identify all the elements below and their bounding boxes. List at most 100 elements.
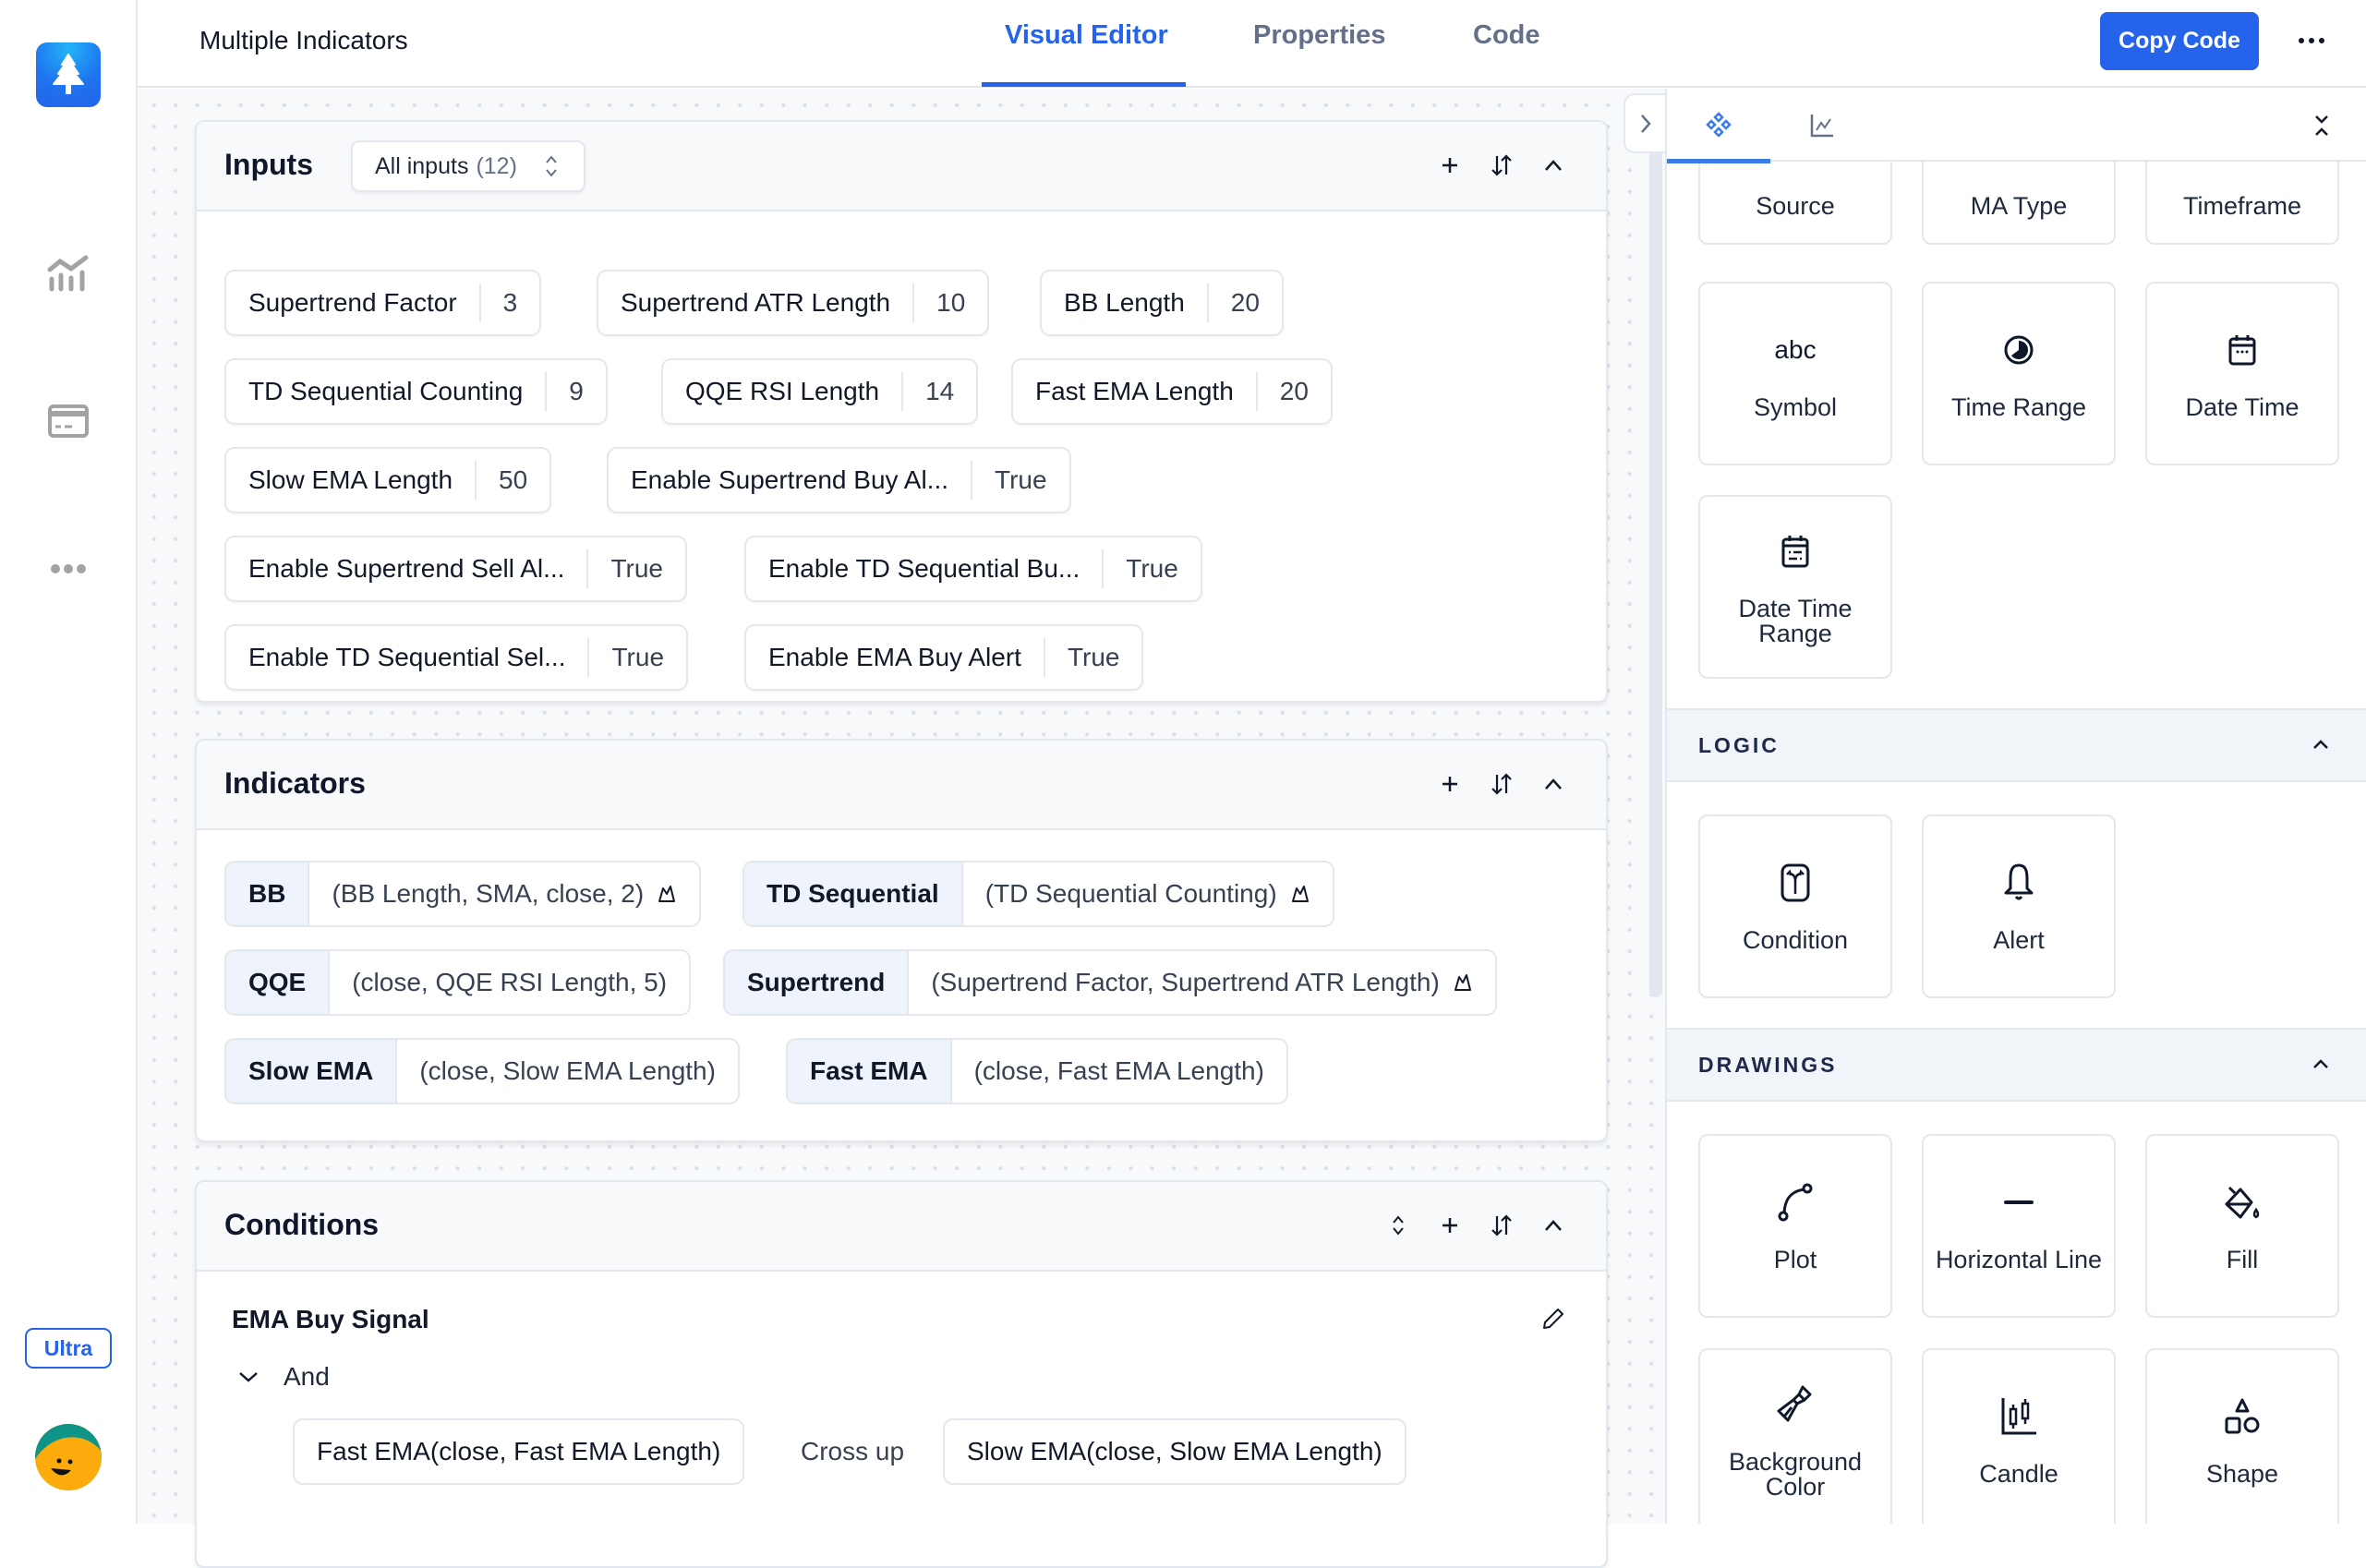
input-value: 3 bbox=[502, 288, 518, 317]
indicator-chip[interactable]: QQE (close, QQE RSI Length, 5) bbox=[224, 949, 692, 1016]
block-symbol[interactable]: abc Symbol bbox=[1698, 282, 1892, 465]
chart-icon[interactable] bbox=[42, 247, 94, 299]
tile-label: Shape bbox=[2205, 1460, 2279, 1488]
tab-properties[interactable]: Properties bbox=[1253, 20, 1385, 87]
input-label: Enable EMA Buy Alert bbox=[768, 643, 1021, 671]
input-label: Enable TD Sequential Sel... bbox=[248, 643, 566, 671]
input-value: True bbox=[995, 465, 1047, 494]
indicator-chip[interactable]: TD Sequential (TD Sequential Counting) bbox=[742, 861, 1334, 927]
calendar-range-icon bbox=[1781, 535, 1809, 567]
input-chip[interactable]: Enable EMA Buy Alert True bbox=[744, 624, 1144, 691]
block-alert[interactable]: Alert bbox=[1922, 814, 2116, 998]
input-label: Fast EMA Length bbox=[1035, 377, 1234, 405]
blocks-icon bbox=[1706, 111, 1732, 138]
chevron-updown-icon bbox=[1393, 1215, 1404, 1236]
candle-icon bbox=[2001, 1398, 2036, 1435]
indicator-chip[interactable]: Slow EMA (close, Slow EMA Length) bbox=[224, 1038, 740, 1104]
condition-name[interactable]: EMA Buy Signal bbox=[232, 1305, 429, 1334]
toggle-panel-button[interactable] bbox=[1624, 93, 1666, 153]
page-title: Multiple Indicators bbox=[199, 26, 408, 54]
input-chip[interactable]: Enable TD Sequential Bu... True bbox=[744, 536, 1202, 602]
expand-all-button[interactable] bbox=[1382, 1210, 1414, 1241]
inputs-card: Inputs All inputs (12) Supertrend Factor… bbox=[195, 120, 1608, 703]
sort-conditions-button[interactable] bbox=[1486, 1210, 1517, 1241]
tile-label: Date Time bbox=[2185, 393, 2300, 421]
logic-section-header[interactable]: LOGIC bbox=[1667, 708, 2366, 782]
app-logo[interactable] bbox=[36, 42, 101, 107]
conditions-title: Conditions bbox=[224, 1208, 380, 1241]
block-date-time-range[interactable]: Date Time Range bbox=[1698, 495, 1892, 679]
avatar[interactable] bbox=[35, 1424, 102, 1490]
tile-label: Plot bbox=[1773, 1246, 1817, 1273]
input-chip[interactable]: Supertrend ATR Length 10 bbox=[597, 270, 990, 336]
indicator-name: QQE bbox=[226, 951, 331, 1014]
input-chip[interactable]: Fast EMA Length 20 bbox=[1011, 358, 1333, 425]
more-icon[interactable] bbox=[42, 543, 94, 595]
add-indicator-button[interactable] bbox=[1434, 768, 1466, 800]
input-label: Supertrend Factor bbox=[248, 288, 457, 317]
add-input-button[interactable] bbox=[1434, 150, 1466, 181]
indicators-title: Indicators bbox=[224, 766, 366, 800]
input-chip[interactable]: BB Length 20 bbox=[1040, 270, 1284, 336]
indicator-args: (Supertrend Factor, Supertrend ATR Lengt… bbox=[931, 968, 1440, 996]
panel-tab-chart[interactable] bbox=[1770, 89, 1874, 162]
collapse-panel-button[interactable] bbox=[2303, 107, 2340, 144]
drawings-section-header[interactable]: DRAWINGS bbox=[1667, 1028, 2366, 1102]
input-chip[interactable]: QQE RSI Length 14 bbox=[661, 358, 979, 425]
plan-badge[interactable]: Ultra bbox=[25, 1328, 112, 1369]
minus-icon bbox=[2004, 1200, 2034, 1204]
input-chip[interactable]: Enable TD Sequential Sel... True bbox=[224, 624, 689, 691]
input-chip[interactable]: Slow EMA Length 50 bbox=[224, 447, 552, 513]
tab-code[interactable]: Code bbox=[1473, 20, 1540, 87]
tile-label: Timeframe bbox=[2182, 191, 2301, 220]
input-label: Slow EMA Length bbox=[248, 465, 453, 494]
logic-group-toggle[interactable]: And bbox=[237, 1362, 330, 1392]
edit-condition-button[interactable] bbox=[1541, 1307, 1565, 1335]
condition-left-operand[interactable]: Fast EMA(close, Fast EMA Length) bbox=[293, 1418, 745, 1485]
input-chip[interactable]: Enable Supertrend Sell Al... True bbox=[224, 536, 687, 602]
top-header: Multiple Indicators Visual Editor Proper… bbox=[138, 0, 2366, 88]
split-icon bbox=[1781, 863, 1810, 902]
input-chip[interactable]: Enable Supertrend Buy Al... True bbox=[607, 447, 1071, 513]
logic-operator: And bbox=[284, 1362, 330, 1391]
panel-tab-blocks[interactable] bbox=[1667, 89, 1770, 163]
tile-label: Time Range bbox=[1950, 393, 2087, 421]
indicator-name: TD Sequential bbox=[744, 862, 963, 925]
indicator-chip[interactable]: Supertrend (Supertrend Factor, Supertren… bbox=[723, 949, 1497, 1016]
indicator-chip[interactable]: BB (BB Length, SMA, close, 2) bbox=[224, 861, 702, 927]
collapse-indicators-button[interactable] bbox=[1538, 768, 1569, 800]
more-options-button[interactable] bbox=[2293, 20, 2330, 61]
block-horizontal-line[interactable]: Horizontal Line bbox=[1922, 1134, 2116, 1318]
sort-inputs-button[interactable] bbox=[1486, 150, 1517, 181]
block-fill[interactable]: Fill bbox=[2145, 1134, 2339, 1318]
indicator-args: (BB Length, SMA, close, 2) bbox=[332, 879, 645, 908]
indicator-args: (close, Slow EMA Length) bbox=[419, 1056, 716, 1085]
condition-right-operand[interactable]: Slow EMA(close, Slow EMA Length) bbox=[943, 1418, 1406, 1485]
sort-indicators-button[interactable] bbox=[1486, 768, 1517, 800]
copy-code-button[interactable]: Copy Code bbox=[2100, 12, 2259, 70]
sort-icon bbox=[1491, 154, 1512, 176]
input-label: Enable Supertrend Sell Al... bbox=[248, 554, 565, 583]
inputs-filter-select[interactable]: All inputs (12) bbox=[351, 140, 585, 192]
tab-visual-editor[interactable]: Visual Editor bbox=[1005, 20, 1168, 87]
block-time-range[interactable]: Time Range bbox=[1922, 282, 2116, 465]
collapse-conditions-button[interactable] bbox=[1538, 1210, 1569, 1241]
block-shape[interactable]: Shape bbox=[2145, 1348, 2339, 1524]
condition-operator[interactable]: Cross up bbox=[801, 1437, 904, 1466]
collapse-inputs-button[interactable] bbox=[1538, 150, 1569, 181]
plus-icon bbox=[1443, 158, 1457, 173]
block-background-color[interactable]: Background Color bbox=[1698, 1348, 1892, 1524]
block-plot[interactable]: Plot bbox=[1698, 1134, 1892, 1318]
ellipsis-icon bbox=[2299, 38, 2324, 43]
input-chip[interactable]: TD Sequential Counting 9 bbox=[224, 358, 608, 425]
canvas-scrollbar[interactable] bbox=[1649, 137, 1662, 997]
input-chip[interactable]: Supertrend Factor 3 bbox=[224, 270, 542, 336]
indicator-chip[interactable]: Fast EMA (close, Fast EMA Length) bbox=[786, 1038, 1288, 1104]
card-icon[interactable] bbox=[42, 395, 94, 447]
block-condition[interactable]: Condition bbox=[1698, 814, 1892, 998]
block-date-time[interactable]: Date Time bbox=[2145, 282, 2339, 465]
add-condition-button[interactable] bbox=[1434, 1210, 1466, 1241]
curve-icon bbox=[1778, 1183, 1813, 1222]
block-candle[interactable]: Candle bbox=[1922, 1348, 2116, 1524]
indicator-name: BB bbox=[226, 862, 310, 925]
